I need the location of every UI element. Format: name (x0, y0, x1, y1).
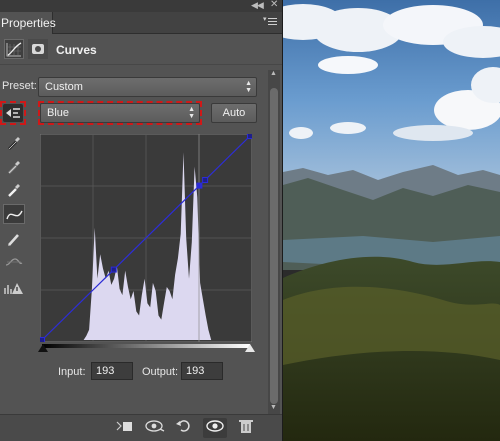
panel-top-strip: ◀◀ ✕ (0, 0, 283, 12)
curve-control-point[interactable] (110, 266, 117, 273)
curve-control-point[interactable] (247, 134, 253, 139)
scroll-up-icon[interactable]: ▲ (270, 70, 277, 77)
panel-title: Curves (56, 43, 97, 57)
view-previous-state-icon[interactable] (143, 418, 167, 438)
curves-adjustment-icon[interactable] (4, 39, 24, 59)
visibility-eye-icon[interactable] (203, 418, 227, 438)
clip-to-layer-icon[interactable] (112, 418, 136, 438)
trash-icon[interactable] (234, 418, 258, 438)
curves-graph[interactable] (40, 134, 252, 342)
scroll-thumb[interactable] (270, 88, 278, 404)
channel-highlight (38, 101, 202, 125)
target-tool-highlight (0, 101, 26, 125)
adjustment-header: Curves (0, 35, 283, 65)
document-canvas-photo[interactable] (283, 0, 500, 441)
black-point-slider[interactable] (38, 344, 48, 352)
gray-point-eyedropper-icon[interactable] (3, 157, 25, 177)
output-field[interactable]: 193 (181, 362, 223, 380)
curve-control-point[interactable] (40, 337, 45, 343)
pencil-icon[interactable] (3, 229, 25, 249)
scroll-down-icon[interactable]: ▼ (270, 404, 277, 411)
curve-control-point[interactable] (196, 182, 203, 189)
close-icon[interactable]: ✕ (270, 0, 278, 10)
output-label: Output: (142, 366, 179, 378)
tab-bar: Properties ▾ (0, 12, 283, 34)
dropdown-arrows-icon: ▲ ▼ (245, 80, 252, 94)
properties-panel: ◀◀ ✕ Properties ▾ Curves Preset: Custom … (0, 0, 283, 441)
preset-dropdown[interactable]: Custom ▲ ▼ (38, 77, 257, 97)
input-gradient-bar (42, 344, 250, 348)
auto-button[interactable]: Auto (211, 103, 257, 123)
layer-mask-icon[interactable] (28, 39, 48, 59)
black-point-eyedropper-icon[interactable] (3, 133, 25, 153)
input-label: Input: (58, 366, 86, 378)
collapse-panel-icon[interactable]: ◀◀ (251, 0, 264, 11)
curve-points-icon[interactable] (3, 204, 25, 224)
reset-icon[interactable] (172, 418, 196, 438)
clipping-warning-icon[interactable] (3, 278, 25, 298)
smooth-icon[interactable] (3, 253, 25, 273)
preset-value: Custom (45, 81, 83, 93)
tab-properties[interactable]: Properties (0, 12, 56, 34)
white-point-eyedropper-icon[interactable] (3, 180, 25, 200)
white-point-slider[interactable] (245, 344, 255, 352)
panel-menu-icon[interactable]: ▾ (263, 15, 279, 29)
input-field[interactable]: 193 (91, 362, 133, 380)
panel-bottom-bar (0, 414, 283, 441)
preset-label: Preset: (2, 80, 37, 92)
curve-control-point[interactable] (202, 177, 209, 183)
